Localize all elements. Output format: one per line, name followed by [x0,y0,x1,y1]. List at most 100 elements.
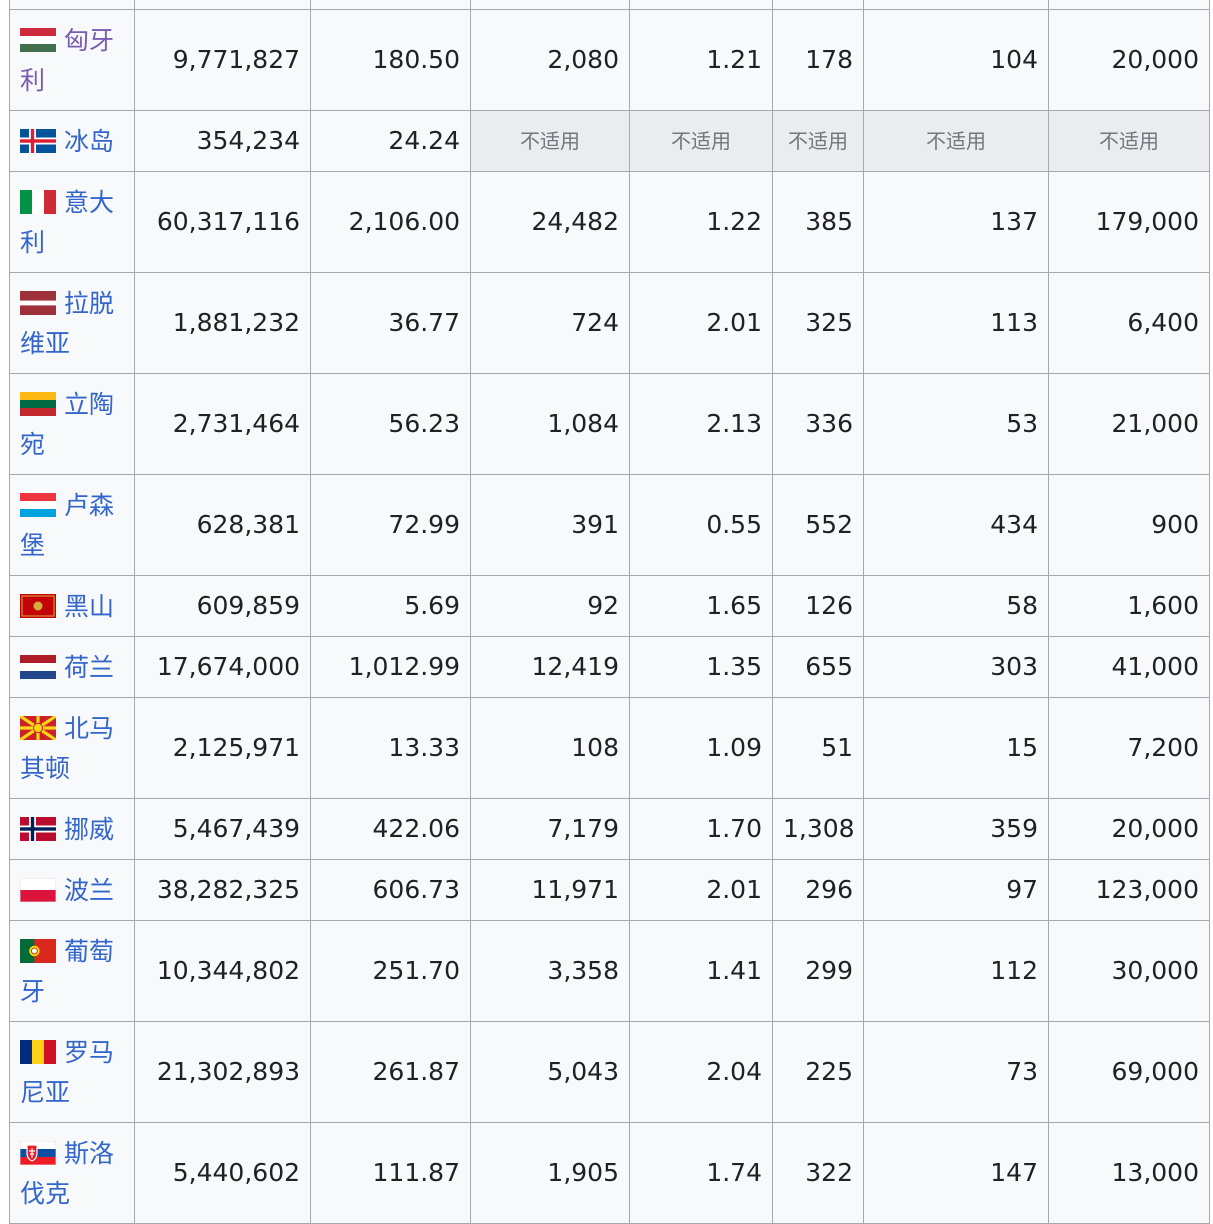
value-cell: 58 [863,575,1049,637]
country-link[interactable]: 冰岛 [64,127,114,156]
value-cell: 1,600 [1048,575,1210,637]
value-cell: 113 [863,272,1049,374]
value-cell: 11,971 [470,859,630,921]
country-link[interactable]: 黑山 [64,592,114,621]
value-cell: 56.23 [310,373,471,475]
value-cell: 2.04 [629,1021,773,1123]
value-cell: 123,000 [1048,859,1210,921]
value-cell: 36.77 [310,272,471,374]
value-cell: 126 [772,575,864,637]
value-cell: 不适用 [470,110,630,172]
latvia-flag-icon [20,291,56,315]
table-row: 罗马尼亚 21,302,893 261.87 5,043 2.04 225 73 69,000 [9,1021,1210,1123]
value-cell: 1,905 [470,1122,630,1224]
value-cell: 6,400 [1048,272,1210,374]
table-row: 冰岛 354,234 24.24 不适用 不适用 不适用 不适用 不适用 [9,110,1210,172]
value-cell: 20,000 [1048,9,1210,111]
table-row: 北马其顿 2,125,971 13.33 108 1.09 51 15 7,200 [9,697,1210,799]
iceland-flag-icon [20,129,56,153]
table-row: 拉脱维亚 1,881,232 36.77 724 2.01 325 113 6,400 [9,272,1210,374]
value-cell: 112 [863,920,1049,1022]
value-cell: 178 [772,9,864,111]
hungary-flag-icon [20,28,56,52]
value-cell: 15 [863,697,1049,799]
country-cell: 卢森堡 [9,474,135,576]
country-cell: 斯洛伐克 [9,1122,135,1224]
country-cell: 挪威 [9,798,135,860]
value-cell: 92 [470,575,630,637]
lithuania-flag-icon [20,392,56,416]
table-row: 波兰 38,282,325 606.73 11,971 2.01 296 97 123,000 [9,859,1210,921]
country-cell: 立陶宛 [9,373,135,475]
luxembourg-flag-icon [20,493,56,517]
table-row: 黑山 609,859 5.69 92 1.65 126 58 1,600 [9,575,1210,637]
country-cell: 葡萄牙 [9,920,135,1022]
country-cell: 北马其顿 [9,697,135,799]
value-cell: 5.69 [310,575,471,637]
value-cell: 434 [863,474,1049,576]
value-cell: 13.33 [310,697,471,799]
country-cell: 意大利 [9,171,135,273]
value-cell: 不适用 [629,110,773,172]
value-cell: 不适用 [1048,110,1210,172]
value-cell: 20,000 [1048,798,1210,860]
value-cell: 38,282,325 [134,859,311,921]
value-cell: 60,317,116 [134,171,311,273]
value-cell: 303 [863,636,1049,698]
table-row: 意大利 60,317,116 2,106.00 24,482 1.22 385 137 179… [9,171,1210,273]
value-cell: 552 [772,474,864,576]
value-cell: 2.01 [629,272,773,374]
value-cell: 359 [863,798,1049,860]
country-link[interactable]: 挪威 [64,815,114,844]
value-cell: 111.87 [310,1122,471,1224]
slovakia-flag-icon [20,1141,56,1165]
country-link[interactable]: 波兰 [64,876,114,905]
value-cell: 3,358 [470,920,630,1022]
table-row: 挪威 5,467,439 422.06 7,179 1.70 1,308 359 20,000 [9,798,1210,860]
value-cell: 1.35 [629,636,773,698]
netherlands-flag-icon [20,655,56,679]
value-cell: 7,179 [470,798,630,860]
value-cell: 1.74 [629,1122,773,1224]
value-cell: 422.06 [310,798,471,860]
value-cell: 180.50 [310,9,471,111]
value-cell: 1.22 [629,171,773,273]
value-cell: 325 [772,272,864,374]
value-cell: 51 [772,697,864,799]
value-cell: 2.01 [629,859,773,921]
value-cell: 1.21 [629,9,773,111]
value-cell: 0.55 [629,474,773,576]
country-cell: 匈牙利 [9,9,135,111]
table-row: 立陶宛 2,731,464 56.23 1,084 2.13 336 53 21,000 [9,373,1210,475]
country-cell: 波兰 [9,859,135,921]
table-row: 卢森堡 628,381 72.99 391 0.55 552 434 900 [9,474,1210,576]
value-cell: 12,419 [470,636,630,698]
value-cell: 1,012.99 [310,636,471,698]
norway-flag-icon [20,817,56,841]
table-row [9,0,1210,10]
value-cell: 21,302,893 [134,1021,311,1123]
value-cell: 2,080 [470,9,630,111]
value-cell: 104 [863,9,1049,111]
value-cell: 7,200 [1048,697,1210,799]
country-link[interactable]: 荷兰 [64,653,114,682]
value-cell: 1,084 [470,373,630,475]
value-cell: 137 [863,171,1049,273]
value-cell: 17,674,000 [134,636,311,698]
value-cell: 1,308 [772,798,864,860]
value-cell: 261.87 [310,1021,471,1123]
value-cell: 13,000 [1048,1122,1210,1224]
country-cell: 拉脱维亚 [9,272,135,374]
value-cell: 108 [470,697,630,799]
value-cell: 不适用 [772,110,864,172]
value-cell: 10,344,802 [134,920,311,1022]
value-cell: 1,881,232 [134,272,311,374]
country-cell: 冰岛 [9,110,135,172]
romania-flag-icon [20,1040,56,1064]
value-cell: 97 [863,859,1049,921]
value-cell: 251.70 [310,920,471,1022]
table-row: 斯洛伐克 5,440,602 111.87 1,905 1.74 322 147 13,000 [9,1122,1210,1224]
value-cell: 41,000 [1048,636,1210,698]
value-cell: 900 [1048,474,1210,576]
country-cell: 荷兰 [9,636,135,698]
